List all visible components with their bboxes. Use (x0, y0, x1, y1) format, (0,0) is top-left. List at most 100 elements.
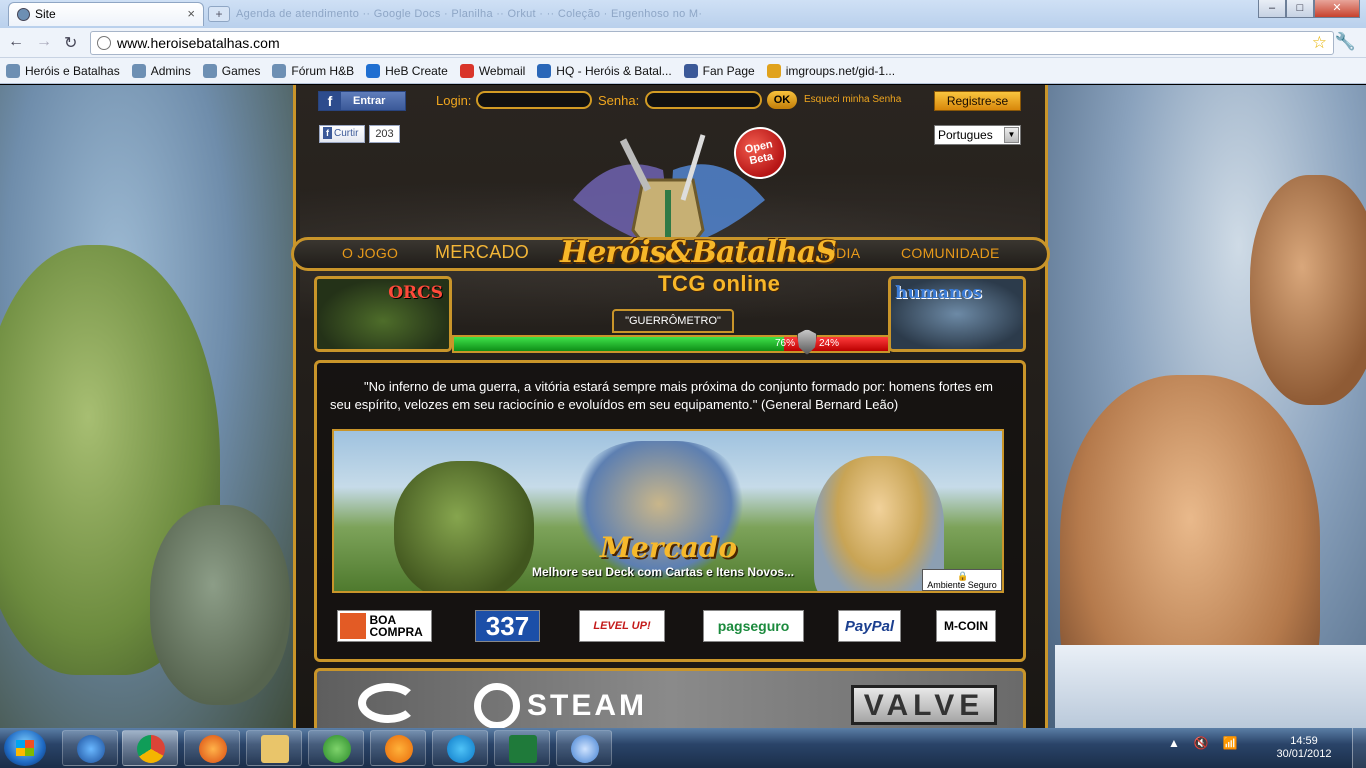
market-banner[interactable]: Mercado Melhore seu Deck com Cartas e It… (332, 429, 1004, 593)
forward-arrow-icon[interactable]: → (36, 33, 52, 51)
facebook-icon (683, 63, 698, 78)
password-label: Senha: (598, 93, 640, 108)
nav-o-jogo[interactable]: O JOGO (342, 245, 398, 261)
firefox-icon (199, 735, 227, 763)
secure-badge: 🔒 Ambiente Seguro (922, 569, 1002, 591)
bookmark-label: Admins (150, 63, 191, 78)
globe-icon (77, 735, 105, 763)
globe-icon (202, 63, 217, 78)
like-count: 203 (369, 125, 400, 143)
excel-icon (509, 735, 537, 763)
site-sublogo: TCG online (658, 271, 781, 296)
site-logo[interactable]: Heróis&BatalhaS (560, 235, 837, 270)
lock-icon: 🔒 (957, 571, 969, 581)
war-meter-label: "GUERRÔMETRO" (612, 309, 734, 333)
wrench-icon[interactable]: 🔧 (1335, 32, 1356, 52)
bookmark-item[interactable]: Admins (131, 63, 191, 78)
nav-mercado[interactable]: MERCADO (435, 242, 529, 263)
close-tab-icon[interactable]: × (187, 6, 195, 21)
bookmark-item[interactable]: HQ - Heróis & Batal... (537, 63, 672, 78)
steam-circle-icon (474, 683, 520, 728)
taskbar-firefox[interactable] (184, 730, 240, 766)
warrior-shirt (1055, 645, 1366, 728)
bookmark-item[interactable]: Fan Page (683, 63, 755, 78)
tray-arrow-icon[interactable]: ▲ (1168, 736, 1180, 750)
taskbar-butterfly[interactable] (370, 730, 426, 766)
forgot-password-link[interactable]: Esqueci minha Senha (804, 94, 901, 105)
ok-button[interactable]: OK (767, 91, 797, 109)
network-icon[interactable]: 📶 (1223, 736, 1238, 750)
login-label: Login: (436, 93, 472, 108)
butterfly-icon (385, 735, 413, 763)
like-button[interactable]: Curtir (319, 125, 365, 143)
levelup-logo[interactable]: LEVEL UP! (579, 610, 665, 642)
password-input[interactable] (645, 91, 762, 109)
browser-tab[interactable]: Site × (8, 2, 204, 26)
messenger-icon (323, 735, 351, 763)
bookmark-item[interactable]: HeB Create (366, 63, 448, 78)
humans-faction-card[interactable]: humanos (888, 276, 1026, 352)
maximize-button[interactable]: □ (1286, 0, 1314, 18)
bookmark-item[interactable]: Heróis e Batalhas (6, 63, 120, 78)
taskbar-chrome[interactable] (122, 730, 178, 766)
reload-icon[interactable]: ↻ (64, 33, 77, 53)
taskbar-explorer[interactable] (246, 730, 302, 766)
globe-icon (131, 63, 146, 78)
bookmark-item[interactable]: Fórum H&B (272, 63, 355, 78)
taskbar-app[interactable] (556, 730, 612, 766)
register-button[interactable]: Registre-se (934, 91, 1021, 111)
bookmark-label: HQ - Heróis & Batal... (556, 63, 672, 78)
window-controls: – □ ✕ (1258, 0, 1360, 18)
orcs-faction-card[interactable]: ORCS (314, 276, 452, 352)
clock[interactable]: 14:59 30/01/2012 (1268, 735, 1340, 761)
login-input[interactable] (476, 91, 592, 109)
humans-label: humanos (895, 283, 982, 303)
chevron-down-icon: ▼ (1004, 127, 1019, 143)
feather-icon (571, 735, 599, 763)
337-logo[interactable]: 337 (475, 610, 540, 642)
browser-toolbar: ← → ↻ www.heroisebatalhas.com ☆ 🔧 (0, 28, 1366, 58)
steam-label: STEAM (527, 689, 647, 722)
bookmark-item[interactable]: Webmail (459, 63, 525, 78)
chrome-icon (137, 735, 165, 763)
volume-muted-icon[interactable]: 🔇 (1194, 736, 1209, 750)
orc-illustration-2 (150, 505, 290, 705)
star-icon[interactable]: ☆ (1312, 33, 1327, 53)
bookmark-label: HeB Create (385, 63, 448, 78)
pagseguro-logo[interactable]: pagseguro (703, 610, 804, 642)
mcoin-logo[interactable]: M-COIN (936, 610, 996, 642)
general-quote: "No inferno de uma guerra, a vitória est… (330, 379, 993, 412)
show-desktop-button[interactable] (1352, 728, 1366, 768)
bookmark-label: Fórum H&B (291, 63, 355, 78)
back-arrow-icon[interactable]: ← (8, 33, 24, 51)
boacompra-logo[interactable]: BOA COMPRA (337, 610, 432, 642)
start-button[interactable] (4, 730, 46, 766)
taskbar-skype[interactable] (432, 730, 488, 766)
taskbar-ie[interactable] (62, 730, 118, 766)
paypal-logo[interactable]: PayPal (838, 610, 901, 642)
bookmark-label: imgroups.net/gid-1... (785, 63, 896, 78)
language-select[interactable]: Portugues ▼ (934, 125, 1021, 145)
taskbar-messenger[interactable] (308, 730, 364, 766)
globe-icon (6, 63, 20, 78)
facebook-icon: f (319, 92, 341, 110)
background-tabs: Agenda de atendimento ·· Google Docs · P… (236, 8, 703, 20)
skype-icon (447, 735, 475, 763)
bookmark-item[interactable]: Games (202, 63, 260, 78)
bookmark-item[interactable]: imgroups.net/gid-1... (766, 63, 896, 78)
warrior-illustration (1250, 175, 1366, 405)
facebook-login-button[interactable]: f Entrar (318, 91, 406, 111)
nav-comunidade[interactable]: COMUNIDADE (901, 245, 1000, 261)
globe-icon (97, 36, 111, 50)
address-bar[interactable]: www.heroisebatalhas.com ☆ (90, 31, 1334, 55)
close-window-button[interactable]: ✕ (1314, 0, 1360, 18)
orcs-label: ORCS (388, 283, 443, 303)
minimize-button[interactable]: – (1258, 0, 1286, 18)
new-tab-button[interactable]: + (208, 6, 230, 22)
x-icon (366, 63, 381, 78)
steam-icon (358, 683, 418, 723)
tab-title: Site (35, 7, 56, 21)
clock-date: 30/01/2012 (1276, 748, 1332, 760)
globe-icon (17, 8, 30, 21)
taskbar-excel[interactable] (494, 730, 550, 766)
